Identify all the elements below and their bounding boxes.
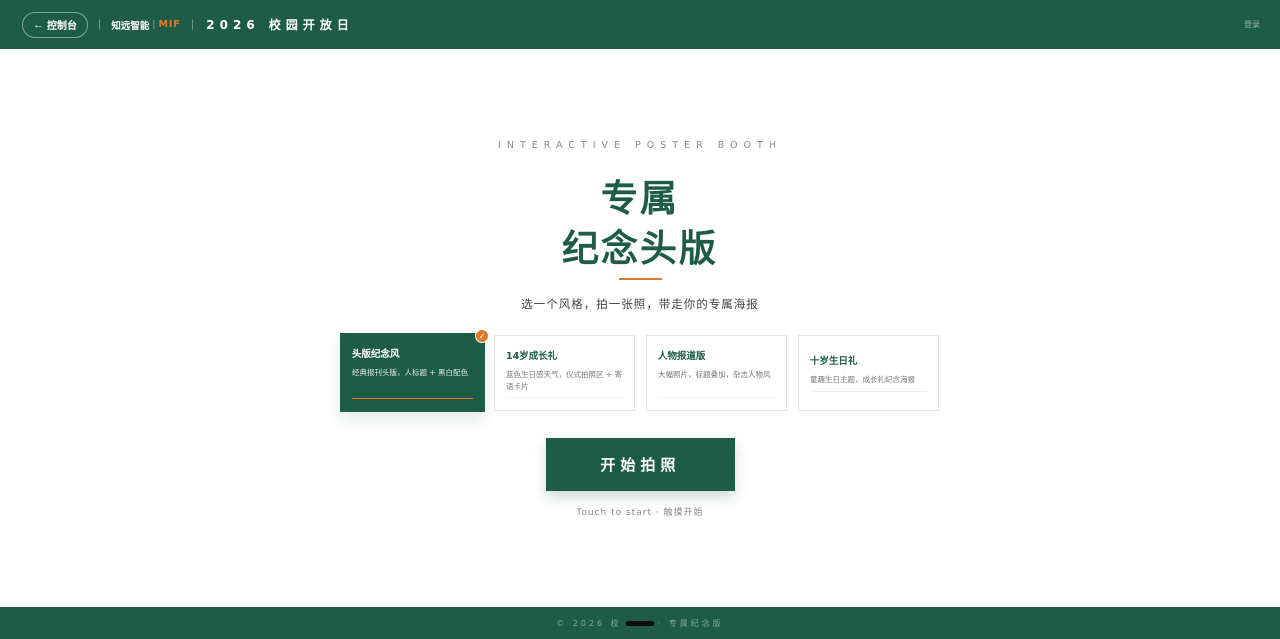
style-card-desc: 童趣生日主题，成长礼纪念海报 — [810, 375, 915, 384]
footer-prefix: © 2026 校 — [556, 618, 622, 628]
style-card-birthday[interactable]: 十岁生日礼 童趣生日主题，成长礼纪念海报 — [798, 335, 939, 411]
footer-suffix: · 专属纪念版 — [657, 618, 724, 628]
start-photo-button[interactable]: 开始拍照 — [546, 438, 735, 491]
style-card-title: 十岁生日礼 — [810, 356, 858, 367]
style-card-desc: 经典报刊头版，人标题 + 黑白配色 — [352, 368, 469, 377]
event-title: 2026 校园开放日 — [206, 18, 354, 32]
page-title-line-2: 纪念头版 — [562, 227, 718, 270]
style-card-newspaper[interactable]: ✓ 头版纪念风 经典报刊头版，人标题 + 黑白配色 — [340, 329, 489, 412]
brand-separator: | — [152, 19, 156, 30]
arrow-left-icon: ← — [33, 18, 44, 31]
redaction-bar — [625, 620, 654, 626]
brand-code: MIF — [158, 19, 181, 30]
style-card-desc: 蓝色生日感天气，仪式拍照区 + 寄语卡片 — [506, 370, 623, 391]
style-card-growth[interactable]: 14岁成长礼 蓝色生日感天气，仪式拍照区 + 寄语卡片 — [494, 335, 635, 411]
start-hint: Touch to start · 触摸开始 — [576, 508, 704, 518]
back-to-console-button[interactable]: ← 控制台 — [22, 11, 88, 38]
style-card-portrait[interactable]: 人物报道版 大幅照片，标题叠加，杂志人物风 — [646, 335, 787, 411]
style-card-title: 头版纪念风 — [352, 349, 400, 360]
brand-name: 知远智能 — [111, 20, 150, 32]
eyebrow-text: INTERACTIVE POSTER BOOTH — [498, 140, 782, 151]
style-card-underline — [810, 391, 927, 392]
login-link[interactable]: 登录 — [1244, 19, 1260, 30]
header-separator-2: | — [190, 19, 195, 30]
style-card-desc: 大幅照片，标题叠加，杂志人物风 — [658, 370, 771, 379]
style-card-underline — [506, 397, 623, 398]
title-divider — [619, 278, 662, 280]
page-title-line-1: 专属 — [601, 177, 679, 220]
style-card-underline — [352, 397, 473, 399]
style-card-underline — [658, 397, 775, 398]
style-card-title: 人物报道版 — [658, 351, 706, 362]
header-separator: | — [98, 19, 102, 30]
style-card-title: 14岁成长礼 — [506, 351, 558, 362]
footer: © 2026 校 · 专属纪念版 — [0, 607, 1280, 639]
check-icon: ✓ — [475, 329, 489, 343]
top-bar: ← 控制台 | 知远智能 | MIF | 2026 校园开放日 登录 — [0, 0, 1280, 49]
back-button-label: 控制台 — [47, 21, 77, 32]
page-subtitle: 选一个风格，拍一张照，带走你的专属海报 — [521, 297, 759, 311]
